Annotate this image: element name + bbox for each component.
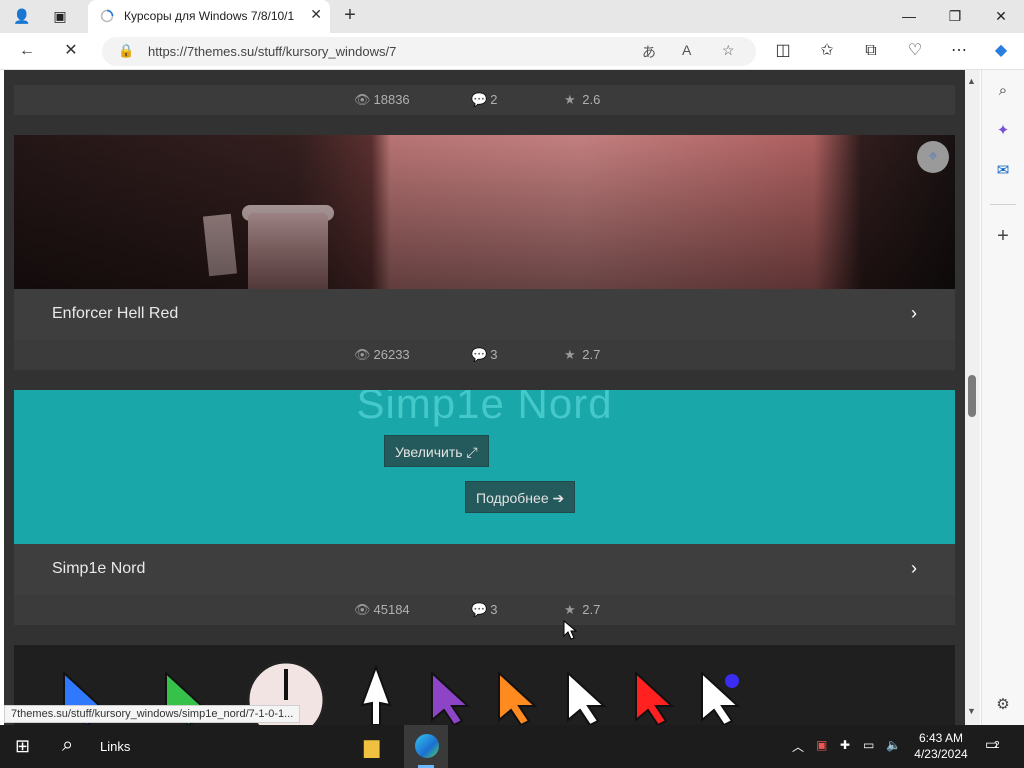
card-title-bar[interactable]: Enforcer Hell Red ›: [14, 289, 955, 341]
search-icon[interactable]: ⌕: [992, 80, 1014, 102]
chevron-right-icon[interactable]: ›: [911, 303, 917, 324]
comments-count: 💬 2: [471, 92, 498, 107]
notification-count: 2: [994, 740, 1000, 751]
stop-icon[interactable]: ✕: [58, 39, 84, 63]
edge-taskbar-button[interactable]: [404, 725, 448, 768]
scroll-up-icon[interactable]: ▲: [967, 76, 976, 86]
address-url: https://7themes.su/stuff/kursory_windows…: [148, 44, 397, 59]
views-count: 👁 26233: [354, 347, 410, 362]
active-tab[interactable]: Курсоры для Windows 7/8/10/1 ✕: [88, 0, 330, 33]
minimize-icon[interactable]: —: [897, 5, 921, 27]
comments-count: 💬 3: [471, 347, 498, 362]
sidebar-divider: [990, 204, 1016, 205]
card-title-bar[interactable]: Simp1e Nord ›: [14, 544, 955, 596]
page-scrollbar[interactable]: ▲ ▼: [965, 70, 980, 725]
split-screen-icon[interactable]: ◫: [770, 39, 796, 63]
taskbar: ⊞ ⌕ Links ▆ ︿ ▣ ✚ ▭ 🔈 6:43 AM 4/23/2024 …: [0, 725, 1024, 768]
star-icon: ★: [564, 92, 576, 107]
mouse-cursor-icon: [563, 620, 577, 640]
image-shade: [14, 135, 955, 289]
eye-icon: 👁: [354, 347, 371, 362]
copilot-sidebar-icon[interactable]: ✦: [992, 120, 1014, 142]
tab-strip: 👤 ▣ Курсоры для Windows 7/8/10/1 ✕ + — ❐…: [0, 0, 1024, 33]
browser-toolbar: ← ✕ 🔒 https://7themes.su/stuff/kursory_w…: [0, 33, 1024, 70]
edge-sidebar: ⌕ ✦ ✉ + ⚙: [981, 70, 1024, 725]
scroll-down-icon[interactable]: ▼: [967, 706, 976, 716]
more-icon[interactable]: ⋯: [946, 39, 972, 63]
card-title[interactable]: Simp1e Nord: [52, 560, 145, 578]
rating-value: ★ 2.7: [564, 347, 601, 362]
eye-icon: 👁: [354, 92, 371, 107]
rating-value: ★ 2.6: [564, 92, 601, 107]
back-icon[interactable]: ←: [14, 39, 40, 63]
card-title[interactable]: Enforcer Hell Red: [52, 305, 178, 323]
comments-icon: 💬: [471, 347, 488, 362]
clock-date: 4/23/2024: [914, 747, 968, 761]
taskbar-search-label[interactable]: Links: [100, 739, 130, 754]
card-stats: 👁 26233 💬 3 ★ 2.7: [14, 340, 955, 370]
expand-icon: ⤢: [466, 444, 478, 460]
zoom-button[interactable]: Увеличить ⤢: [384, 435, 489, 467]
settings-icon[interactable]: ⚙: [992, 694, 1014, 716]
details-button[interactable]: Подробнее ➔: [465, 481, 576, 513]
read-aloud-icon[interactable]: A: [682, 42, 691, 58]
collections-icon[interactable]: ⧉: [858, 39, 884, 63]
star-icon: ★: [564, 347, 576, 362]
restore-icon[interactable]: ❐: [943, 5, 967, 27]
windows-start-icon[interactable]: ⊞: [15, 736, 30, 757]
visual-search-icon[interactable]: ⌖: [917, 141, 949, 173]
card-stats: 👁 45184 💬 3 ★ 2.7: [14, 595, 955, 625]
arrow-right-icon: ➔: [552, 490, 565, 506]
views-count: 👁 45184: [354, 602, 410, 617]
translate-icon[interactable]: あ: [642, 42, 656, 62]
new-tab-icon[interactable]: +: [338, 3, 362, 27]
file-explorer-icon[interactable]: ▆: [364, 734, 379, 759]
volume-icon[interactable]: 🔈: [886, 738, 901, 752]
notifications-icon[interactable]: ▭ 2: [985, 736, 1000, 753]
eye-icon: 👁: [354, 602, 371, 617]
performance-icon[interactable]: ♡: [902, 39, 928, 63]
close-window-icon[interactable]: ✕: [989, 5, 1013, 27]
tray-app-icon[interactable]: ▣: [816, 738, 827, 752]
rating-value: ★ 2.7: [564, 602, 601, 617]
page-content: 👁 18836 💬 2 ★ 2.6 ⌖ Enforcer Hell Red › 👁 2…: [4, 70, 965, 725]
card-stats: 👁 18836 💬 2 ★ 2.6: [14, 85, 955, 115]
comments-icon: 💬: [471, 602, 488, 617]
system-clock[interactable]: 6:43 AM 4/23/2024: [912, 730, 970, 762]
image-caption: Simp1e Nord: [356, 390, 613, 427]
tab-actions-icon[interactable]: ▣: [48, 5, 72, 27]
network-icon[interactable]: ▭: [863, 738, 874, 752]
lock-icon[interactable]: 🔒: [118, 43, 134, 59]
comments-count: 💬 3: [471, 602, 498, 617]
clock-time: 6:43 AM: [918, 731, 964, 745]
edge-icon: [415, 734, 439, 758]
loading-spinner-icon: [100, 9, 114, 23]
search-taskbar-icon[interactable]: ⌕: [62, 734, 73, 757]
outlook-icon[interactable]: ✉: [992, 160, 1014, 182]
add-icon[interactable]: +: [992, 225, 1014, 247]
tab-title: Курсоры для Windows 7/8/10/1: [124, 9, 295, 23]
close-tab-icon[interactable]: ✕: [310, 6, 322, 23]
chevron-right-icon[interactable]: ›: [911, 558, 917, 579]
views-count: 👁 18836: [354, 92, 410, 107]
profile-icon[interactable]: 👤: [10, 5, 34, 27]
address-bar[interactable]: 🔒 https://7themes.su/stuff/kursory_windo…: [102, 37, 756, 66]
card-image[interactable]: Simp1e Nord Увеличить ⤢ Подробнее ➔: [14, 390, 955, 544]
favorites-icon[interactable]: ✩: [814, 39, 840, 63]
star-icon: ★: [564, 602, 576, 617]
copilot-icon[interactable]: ◆: [988, 39, 1014, 63]
link-status-tooltip: 7themes.su/stuff/kursory_windows/simp1e_…: [4, 705, 301, 723]
scroll-thumb[interactable]: [968, 375, 976, 417]
comments-icon: 💬: [471, 92, 488, 107]
chevron-up-icon[interactable]: ︿: [792, 738, 804, 755]
card-image[interactable]: ⌖: [14, 135, 955, 289]
security-tray-icon[interactable]: ✚: [840, 738, 850, 752]
favorite-icon[interactable]: ☆: [722, 42, 735, 59]
